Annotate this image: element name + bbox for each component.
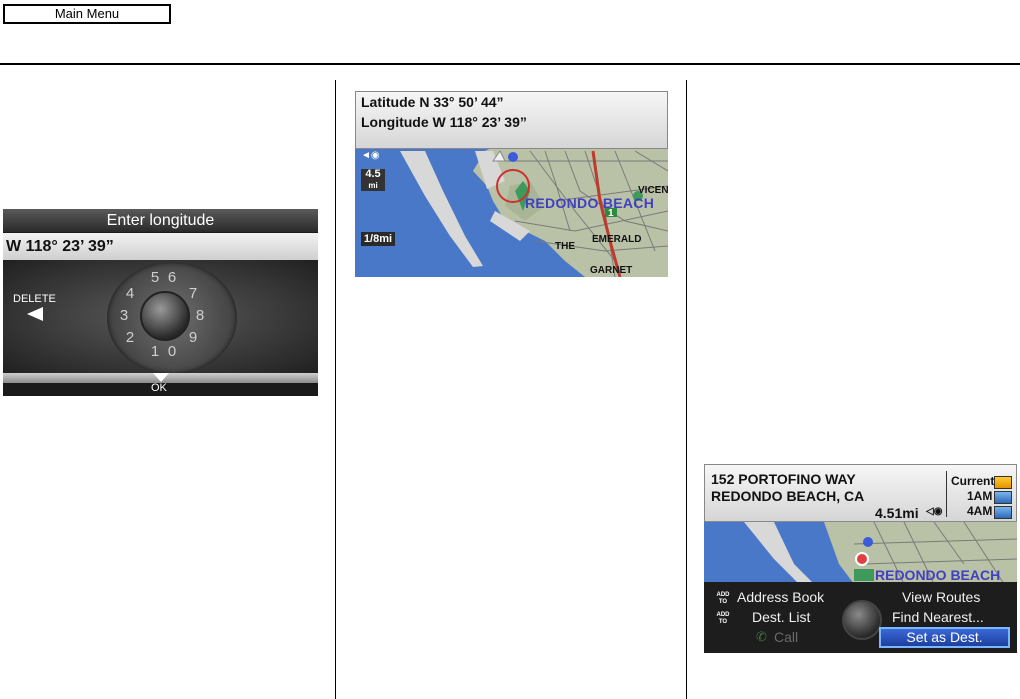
- weather-current-label: Current: [951, 474, 995, 488]
- delete-arrow-icon[interactable]: [27, 307, 43, 321]
- address-line-1: 152 PORTOFINO WAY: [711, 471, 856, 487]
- weather-icon: [994, 506, 1012, 519]
- column-divider-left: [335, 80, 336, 699]
- add-to-icon: ADD TO: [716, 592, 730, 605]
- digit-5[interactable]: 5: [148, 269, 162, 286]
- route-shield: 1: [608, 208, 614, 219]
- map-label-redondo: REDONDO BEACH: [875, 567, 1001, 583]
- digit-8[interactable]: 8: [193, 307, 207, 324]
- back-arrow-icon[interactable]: ◄◉: [361, 150, 380, 161]
- view-routes-button[interactable]: View Routes: [902, 589, 980, 605]
- screen-title: Enter longitude: [3, 209, 318, 232]
- map-label-garnet: GARNET: [590, 265, 633, 276]
- weather-divider: [946, 471, 947, 517]
- destination-distance: 4.51mi: [875, 505, 919, 521]
- longitude-text: Longitude W 118° 23’ 39”: [361, 114, 527, 130]
- address-book-button[interactable]: Address Book: [737, 589, 824, 605]
- latitude-text: Latitude N 33° 50’ 44”: [361, 94, 504, 110]
- destination-screen: 152 PORTOFINO WAY REDONDO BEACH, CA 4.51…: [704, 464, 1017, 653]
- sun-icon: [994, 476, 1012, 489]
- distance-badge: 4.5 mi: [361, 169, 385, 191]
- column-divider-right: [686, 80, 687, 699]
- digit-3[interactable]: 3: [117, 307, 131, 324]
- add-to-icon: ADD TO: [716, 612, 730, 625]
- digit-0[interactable]: 0: [165, 343, 179, 360]
- ok-label[interactable]: OK: [151, 382, 167, 394]
- call-button[interactable]: Call: [774, 629, 798, 645]
- distance-unit: mi: [368, 181, 378, 190]
- coordinates-tooltip: Latitude N 33° 50’ 44” Longitude W 118° …: [355, 91, 668, 149]
- map-label-redondo: REDONDO BEACH: [525, 195, 655, 211]
- phone-icon: ✆: [756, 629, 767, 644]
- map-label-vicen: VICEN: [638, 185, 668, 196]
- weather-4am-label: 4AM: [967, 504, 993, 518]
- map-label-the: THE: [555, 241, 575, 252]
- distance-value: 4.5: [365, 168, 381, 180]
- digit-2[interactable]: 2: [123, 329, 137, 346]
- address-line-2: REDONDO BEACH, CA: [711, 488, 865, 504]
- address-tooltip: 152 PORTOFINO WAY REDONDO BEACH, CA 4.51…: [704, 464, 1017, 522]
- scale-indicator[interactable]: 1/8mi: [361, 232, 395, 246]
- coordinates-map-screen: Latitude N 33° 50’ 44” Longitude W 118° …: [355, 91, 668, 277]
- digit-4[interactable]: 4: [123, 285, 137, 302]
- delete-label[interactable]: DELETE: [13, 293, 56, 305]
- main-menu-button[interactable]: Main Menu: [3, 4, 171, 24]
- selector-knob[interactable]: [842, 600, 882, 640]
- selector-knob[interactable]: [140, 291, 190, 341]
- digit-9[interactable]: 9: [186, 329, 200, 346]
- digit-1[interactable]: 1: [148, 343, 162, 360]
- longitude-input[interactable]: W 118° 23’ 39”: [3, 233, 318, 260]
- ok-arrow-icon[interactable]: [153, 373, 169, 382]
- enter-longitude-screen: Enter longitude W 118° 23’ 39” 5 6 4 7 3…: [3, 209, 318, 396]
- dest-list-button[interactable]: Dest. List: [752, 609, 810, 625]
- weather-1am-label: 1AM: [967, 489, 993, 503]
- find-nearest-button[interactable]: Find Nearest...: [892, 609, 984, 625]
- digit-7[interactable]: 7: [186, 285, 200, 302]
- destination-direction-icon: ◁◉: [926, 506, 943, 517]
- header-divider: [0, 63, 1020, 65]
- map-label-emerald: EMERALD: [592, 234, 642, 245]
- weather-icon: [994, 491, 1012, 504]
- set-as-dest-button[interactable]: Set as Dest.: [879, 627, 1010, 648]
- digit-6[interactable]: 6: [165, 269, 179, 286]
